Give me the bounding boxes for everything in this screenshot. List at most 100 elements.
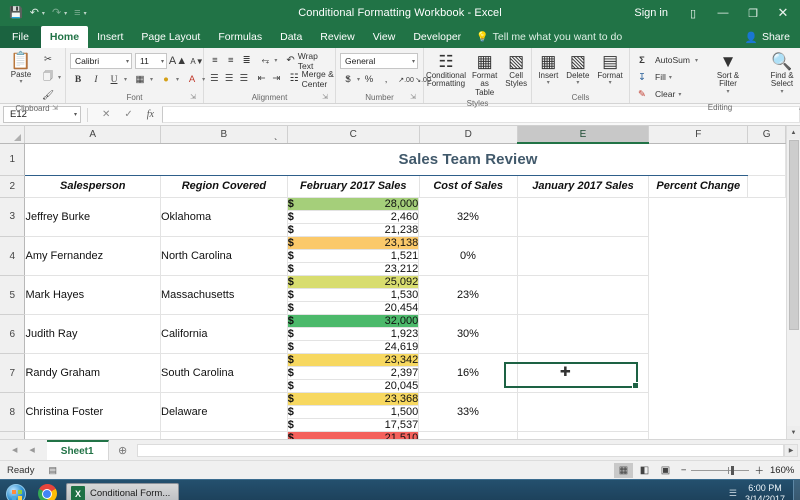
row-header-9[interactable]: 9 <box>0 431 26 439</box>
align-center-icon[interactable]: ☰ <box>223 71 236 86</box>
column-header-a[interactable]: A <box>24 126 161 144</box>
format-cells-button[interactable]: ▤ Format ▾ <box>594 51 625 88</box>
select-all-corner[interactable] <box>0 126 26 144</box>
cell-g3[interactable] <box>517 197 650 237</box>
align-middle-icon[interactable]: ≡ <box>224 53 238 68</box>
copy-dropdown-icon[interactable]: ▾ <box>58 74 61 81</box>
cell-c3[interactable]: $28,000 <box>287 197 420 211</box>
italic-button[interactable]: I <box>88 72 104 87</box>
cell-f1[interactable] <box>648 143 748 176</box>
cell-e7[interactable]: $20,045 <box>287 379 420 393</box>
underline-button[interactable]: U <box>106 72 122 87</box>
font-name-input[interactable]: Calibri ▾ <box>70 53 133 69</box>
cell-b4[interactable]: North Carolina <box>160 236 288 276</box>
row-header-6[interactable]: 6 <box>0 314 26 354</box>
fill-button[interactable]: Fill ▾ <box>652 70 675 85</box>
cell-e3[interactable]: $21,238 <box>287 223 420 237</box>
insert-cells-button[interactable]: ▦ Insert ▾ <box>535 51 561 88</box>
conditional-formatting-button[interactable]: ☷ Conditional Formatting <box>425 51 467 90</box>
font-dialog-launcher[interactable]: ⇲ <box>190 92 196 103</box>
borders-dropdown-icon[interactable]: ▾ <box>150 76 153 83</box>
cell-b3[interactable]: Oklahoma <box>160 197 288 237</box>
clipboard-dialog-launcher[interactable]: ⇲ <box>52 103 58 114</box>
cell-a3[interactable]: Jeffrey Burke <box>24 197 161 237</box>
accounting-dropdown-icon[interactable]: ▾ <box>357 76 360 83</box>
vertical-scroll-thumb[interactable] <box>788 140 799 330</box>
column-header-e[interactable]: E <box>517 126 650 144</box>
cell-g8[interactable] <box>517 392 650 432</box>
ribbon-display-options-icon[interactable]: ▯ <box>678 0 708 26</box>
cell-c8[interactable]: $23,368 <box>287 392 420 406</box>
chrome-taskbar-button[interactable] <box>32 484 62 500</box>
horizontal-scroll-track[interactable] <box>136 443 784 457</box>
cell-f3[interactable]: 32% <box>419 197 518 237</box>
cut-icon[interactable]: ✂ <box>40 52 56 67</box>
align-right-icon[interactable]: ☰ <box>237 71 250 86</box>
percent-format-icon[interactable]: % <box>361 72 377 87</box>
taskbar-clock[interactable]: 6:00 PM 3/14/2017 <box>745 483 785 500</box>
cell-f4[interactable]: 0% <box>419 236 518 276</box>
zoom-slider[interactable] <box>691 465 750 475</box>
prev-sheet-icon[interactable]: ◀ <box>29 446 34 454</box>
first-sheet-icon[interactable]: ◀ <box>12 446 17 454</box>
sign-in-button[interactable]: Sign in <box>624 7 678 19</box>
share-button[interactable]: 👤 Share <box>737 26 800 48</box>
cancel-icon[interactable]: ✕ <box>102 109 110 120</box>
number-dialog-launcher[interactable]: ⇲ <box>410 92 416 103</box>
cell-a8[interactable]: Christina Foster <box>24 392 161 432</box>
insert-function-icon[interactable]: fx <box>147 109 154 120</box>
find-select-dropdown-icon[interactable]: ▾ <box>780 89 783 95</box>
cell-d7[interactable]: $2,397 <box>287 366 420 380</box>
format-as-table-button[interactable]: ▦ Format as Table <box>469 51 500 98</box>
number-format-dropdown-icon[interactable]: ▾ <box>408 58 415 65</box>
tab-formulas[interactable]: Formulas <box>209 26 271 48</box>
align-top-icon[interactable]: ≡ <box>208 53 222 68</box>
clear-dropdown-icon[interactable]: ▾ <box>678 91 681 98</box>
column-header-g[interactable]: G <box>747 126 786 144</box>
accounting-format-icon[interactable]: $ <box>340 72 356 87</box>
format-painter-icon[interactable]: 🖌 <box>40 88 56 103</box>
cell-b7[interactable]: South Carolina <box>160 353 288 393</box>
cell-a4[interactable]: Amy Fernandez <box>24 236 161 276</box>
fill-color-icon[interactable]: ● <box>158 72 174 87</box>
hscroll-right-icon[interactable]: ▶ <box>784 443 798 457</box>
column-header-b[interactable]: B <box>160 126 288 144</box>
cell-d3[interactable]: $2,460 <box>287 210 420 224</box>
insert-dropdown-icon[interactable]: ▾ <box>547 80 550 86</box>
increase-indent-icon[interactable]: ⇥ <box>270 71 283 86</box>
cell-c7[interactable]: $23,342 <box>287 353 420 367</box>
cell-d4[interactable]: $1,521 <box>287 249 420 263</box>
zoom-level[interactable]: 160% <box>770 465 800 476</box>
sort-filter-dropdown-icon[interactable]: ▾ <box>726 89 729 95</box>
bold-button[interactable]: B <box>70 72 86 87</box>
name-box-dropdown-icon[interactable]: ▾ <box>74 111 77 118</box>
tab-insert[interactable]: Insert <box>88 26 132 48</box>
cell-a2[interactable]: Salesperson <box>24 175 161 198</box>
row-header-8[interactable]: 8 <box>0 392 26 432</box>
cell-styles-button[interactable]: ▧ Cell Styles <box>502 51 530 90</box>
tab-view[interactable]: View <box>364 26 405 48</box>
cell-g9[interactable] <box>517 431 650 439</box>
tab-developer[interactable]: Developer <box>404 26 470 48</box>
orientation-dropdown-icon[interactable]: ▾ <box>274 57 277 64</box>
start-button[interactable] <box>0 483 32 500</box>
delete-cells-button[interactable]: ▧ Delete ▾ <box>563 51 592 88</box>
vertical-scrollbar[interactable]: ▲ ▼ <box>786 126 800 439</box>
cell-a5[interactable]: Mark Hayes <box>24 275 161 315</box>
cell-title[interactable]: Sales Team Review <box>287 143 649 176</box>
cell-f6[interactable]: 30% <box>419 314 518 354</box>
column-header-d[interactable]: D <box>419 126 518 144</box>
cell-c6[interactable]: $32,000 <box>287 314 420 328</box>
tab-review[interactable]: Review <box>311 26 363 48</box>
increase-font-size-icon[interactable]: A▲ <box>169 54 187 69</box>
copy-icon[interactable]: 🗍 <box>40 70 56 85</box>
show-desktop-button[interactable] <box>793 479 800 500</box>
fill-color-dropdown-icon[interactable]: ▾ <box>176 76 179 83</box>
row-header-5[interactable]: 5 <box>0 275 26 315</box>
cell-e4[interactable]: $23,212 <box>287 262 420 276</box>
align-left-icon[interactable]: ☰ <box>208 71 221 86</box>
zoom-out-button[interactable]: − <box>681 465 687 476</box>
autosum-button[interactable]: AutoSum <box>652 53 693 68</box>
cell-d6[interactable]: $1,923 <box>287 327 420 341</box>
restore-button[interactable]: ❐ <box>738 0 768 26</box>
